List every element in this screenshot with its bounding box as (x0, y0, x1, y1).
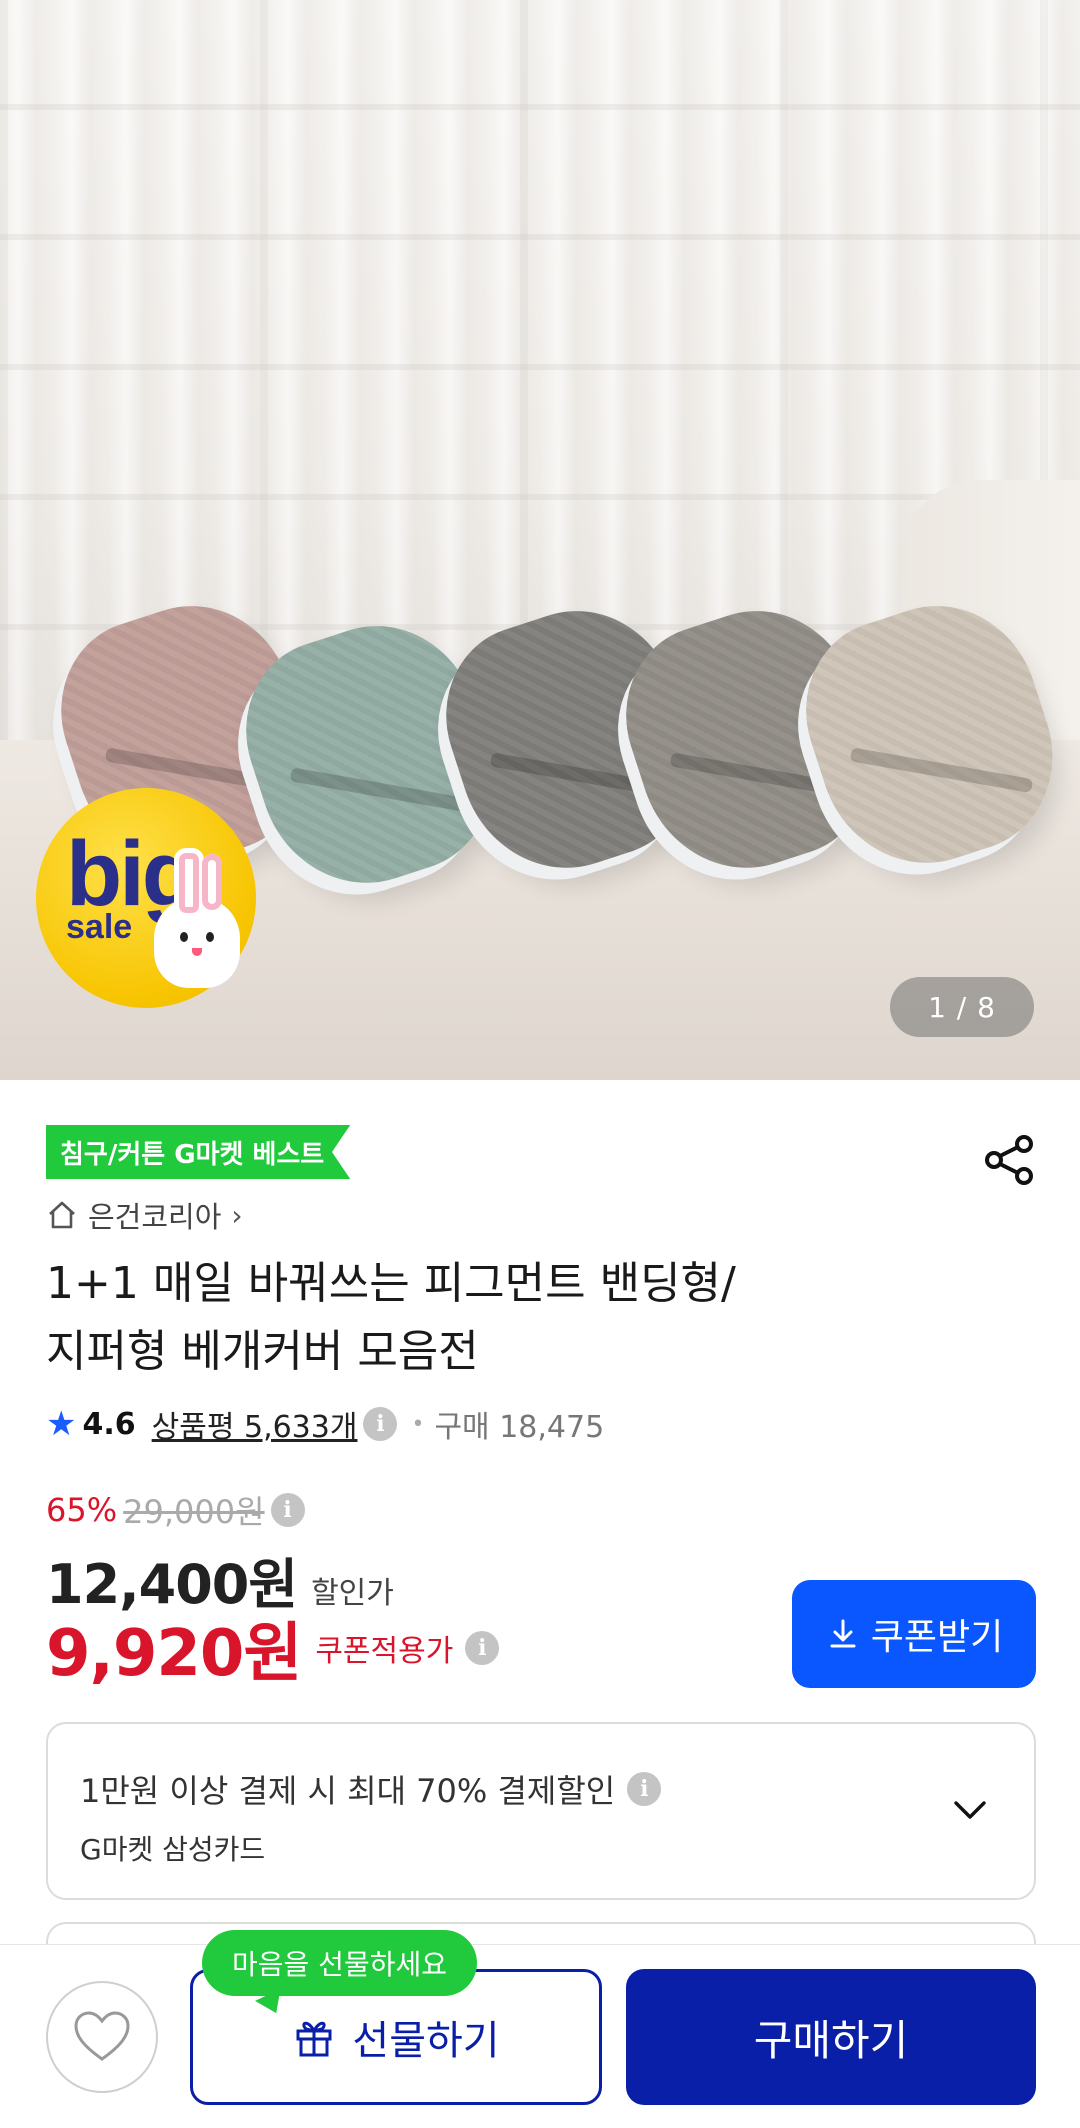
chevron-down-icon (954, 1801, 986, 1819)
rating-row: ★ 4.6 상품평 5,633개 i • 구매 18,475 (46, 1400, 604, 1448)
separator-dot: • (411, 1411, 425, 1437)
card-offer-title-row: 1만원 이상 결제 시 최대 70% 결제할인 i (80, 1766, 662, 1812)
gift-tooltip: 마음을 선물하세요 (202, 1930, 477, 1996)
download-icon (830, 1619, 856, 1648)
best-badge[interactable]: 침구/커튼 G마켓 베스트 (46, 1125, 351, 1179)
bunny-illustration (154, 848, 240, 988)
info-icon[interactable]: i (627, 1772, 662, 1806)
original-price: 29,000원 (123, 1493, 265, 1531)
info-icon[interactable]: i (270, 1493, 305, 1527)
product-title-line1: 1+1 매일 바꿔쓰는 피그먼트 밴딩형/ (46, 1258, 736, 1309)
heart-icon (74, 2011, 130, 2061)
card-discount-offer[interactable]: 1만원 이상 결제 시 최대 70% 결제할인 i G마켓 삼성카드 (46, 1722, 1036, 1900)
brand-link[interactable]: 은건코리아 › (46, 1195, 243, 1235)
discount-percent: 65% (46, 1491, 118, 1529)
share-icon (985, 1135, 1033, 1185)
product-image-carousel[interactable]: big sale 1 / 8 (0, 0, 1080, 1080)
big-sale-badge-sale: sale (66, 908, 133, 946)
product-title: 1+1 매일 바꿔쓰는 피그먼트 밴딩형/ 지퍼형 베개커버 모음전 (46, 1250, 1006, 1386)
chevron-right-icon: › (231, 1198, 243, 1232)
sale-price-row: 12,400원 할인가 (46, 1540, 394, 1616)
image-counter: 1 / 8 (890, 977, 1034, 1037)
wishlist-button[interactable] (46, 1981, 158, 2093)
reviews-link[interactable]: 상품평 5,633개 (152, 1402, 358, 1446)
info-icon[interactable]: i (465, 1631, 500, 1665)
coupon-price-row: 9,920원 쿠폰적용가 i (46, 1610, 500, 1691)
brand-name: 은건코리아 (88, 1200, 222, 1234)
bottom-action-bar: 선물하기 구매하기 (0, 1944, 1080, 2128)
buy-button[interactable]: 구매하기 (626, 1969, 1036, 2105)
info-icon[interactable]: i (363, 1407, 398, 1441)
gift-icon (296, 2021, 332, 2057)
rating-score: 4.6 (82, 1406, 136, 1442)
sale-price-label: 할인가 (311, 1576, 394, 1611)
discount-row: 65% 29,000원 i (46, 1490, 305, 1531)
star-icon: ★ (46, 1404, 77, 1444)
coupon-price-label: 쿠폰적용가 (315, 1634, 454, 1669)
coupon-price: 9,920원 (46, 1617, 302, 1691)
gift-button-label: 선물하기 (352, 2018, 500, 2064)
purchase-count: 구매 18,475 (434, 1410, 605, 1445)
get-coupon-button[interactable]: 쿠폰받기 (792, 1580, 1036, 1688)
big-sale-badge: big sale (36, 788, 256, 1008)
get-coupon-label: 쿠폰받기 (870, 1617, 1004, 1658)
card-offer-title: 1만원 이상 결제 시 최대 70% 결제할인 (80, 1772, 616, 1810)
product-title-line2: 지퍼형 베개커버 모음전 (46, 1326, 479, 1377)
card-offer-subtitle: G마켓 삼성카드 (80, 1833, 266, 1866)
home-icon (49, 1201, 75, 1229)
share-button[interactable] (980, 1130, 1040, 1190)
